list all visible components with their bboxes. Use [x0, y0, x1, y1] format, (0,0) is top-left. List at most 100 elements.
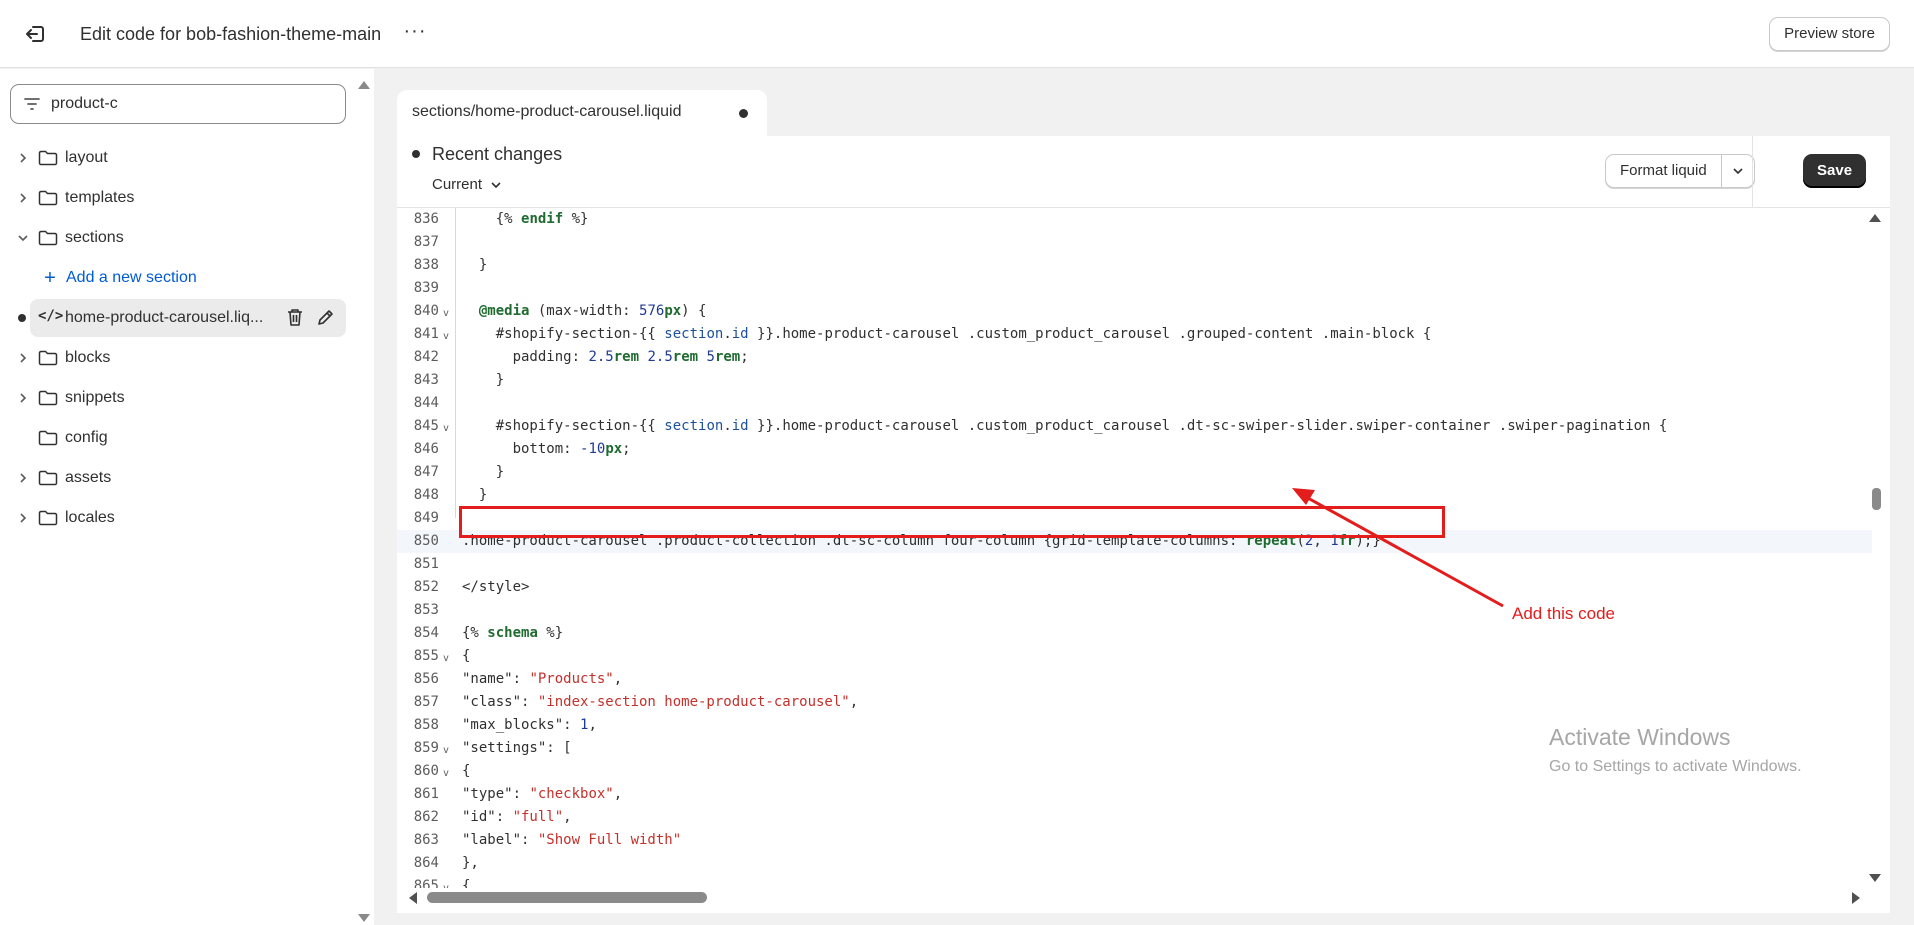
folder-icon [38, 149, 58, 167]
code-line[interactable]: 863 "label": "Show Full width" [397, 829, 1872, 852]
preview-store-button[interactable]: Preview store [1769, 17, 1890, 51]
code-line[interactable]: 839 [397, 277, 1872, 300]
add-new-section-link[interactable]: + Add a new section [40, 261, 197, 295]
code-line[interactable]: 840 v @media (max-width: 576px) { [397, 300, 1872, 323]
editor-vertical-scrollbar[interactable] [1872, 488, 1881, 510]
fold-toggle-icon[interactable]: v [443, 302, 449, 325]
editor-scroll-up[interactable] [1869, 214, 1881, 222]
format-button-group: Format liquid [1605, 154, 1755, 188]
chevron-right-icon [16, 471, 30, 485]
add-section-label: Add a new section [66, 269, 197, 286]
code-line[interactable]: 857 "class": "index-section home-product-… [397, 691, 1872, 714]
save-button[interactable]: Save [1803, 154, 1867, 188]
code-line[interactable]: 842 padding: 2.5rem 2.5rem 5rem; [397, 346, 1872, 369]
fold-toggle-icon[interactable]: v [443, 762, 449, 785]
code-line[interactable]: 837 [397, 231, 1872, 254]
line-number: 857 [413, 694, 439, 710]
line-number: 854 [413, 625, 439, 641]
code-line[interactable]: 853 [397, 599, 1872, 622]
code-text: {% endif %} [462, 211, 589, 227]
tab-label: sections/home-product-carousel.liquid [412, 103, 681, 121]
sidebar-item-locales[interactable]: locales [0, 501, 346, 535]
code-line[interactable]: 843 } [397, 369, 1872, 392]
code-text: "id": "full", [462, 809, 572, 825]
sidebar-item-layout[interactable]: layout [0, 141, 346, 175]
code-line[interactable]: 854 {% schema %} [397, 622, 1872, 645]
code-line[interactable]: 847 } [397, 461, 1872, 484]
code-line[interactable]: 846 bottom: -10px; [397, 438, 1872, 461]
code-area[interactable]: 836 {% endif %} 837 838 } 839 840 v @media (m… [397, 208, 1890, 888]
line-number: 838 [413, 257, 439, 273]
file-filter-input[interactable]: product-c [10, 84, 346, 124]
folder-icon [38, 229, 58, 247]
code-line[interactable]: 848 } [397, 484, 1872, 507]
code-line[interactable]: 844 [397, 392, 1872, 415]
code-text: bottom: -10px; [462, 441, 631, 457]
code-line[interactable]: 841 v #shopify-section-{{ section.id }}.h… [397, 323, 1872, 346]
unsaved-dot [739, 109, 748, 118]
line-number: 845 [413, 418, 439, 434]
more-actions-button[interactable]: ··· [400, 21, 430, 46]
code-line[interactable]: 836 {% endif %} [397, 208, 1872, 231]
sidebar-item-sections[interactable]: sections [0, 221, 346, 255]
annotation-highlight-box [459, 506, 1445, 538]
unsaved-dot [18, 314, 26, 322]
sidebar-item-templates[interactable]: templates [0, 181, 346, 215]
format-liquid-button[interactable]: Format liquid [1606, 155, 1722, 187]
fold-toggle-icon[interactable]: v [443, 417, 449, 440]
line-number: 842 [413, 349, 439, 365]
code-editor: Recent changes Current Format liquid Sav… [397, 136, 1890, 913]
sidebar-item-snippets[interactable]: snippets [0, 381, 346, 415]
code-line[interactable]: 862 "id": "full", [397, 806, 1872, 829]
code-line[interactable]: 865 v { [397, 875, 1872, 888]
delete-file-button[interactable] [286, 307, 304, 332]
code-text: } [462, 372, 505, 388]
line-number: 848 [413, 487, 439, 503]
sidebar-item-blocks[interactable]: blocks [0, 341, 346, 375]
code-text: </style> [462, 579, 530, 595]
fold-toggle-icon[interactable]: v [443, 325, 449, 348]
fold-toggle-icon[interactable]: v [443, 877, 449, 888]
code-text: { [462, 763, 471, 779]
tab-home-product-carousel[interactable]: sections/home-product-carousel.liquid [397, 90, 767, 136]
editor-scroll-down[interactable] [1869, 874, 1881, 882]
code-text: @media (max-width: 576px) { [478, 303, 707, 319]
version-dropdown[interactable]: Current [432, 176, 502, 193]
code-line[interactable]: 852 </style> [397, 576, 1872, 599]
folder-icon [38, 429, 58, 447]
line-number: 858 [413, 717, 439, 733]
code-line[interactable]: 861 "type": "checkbox", [397, 783, 1872, 806]
sidebar-item-assets[interactable]: assets [0, 461, 346, 495]
line-number: 851 [413, 556, 439, 572]
exit-button[interactable] [20, 20, 50, 48]
filter-icon [24, 98, 40, 110]
code-line[interactable]: 864}, [397, 852, 1872, 875]
line-number: 864 [413, 855, 439, 871]
code-line[interactable]: 856 "name": "Products", [397, 668, 1872, 691]
code-text: "type": "checkbox", [462, 786, 623, 802]
code-text: "settings": [ [462, 740, 572, 756]
annotation-text: Add this code [1512, 604, 1616, 623]
fold-toggle-icon[interactable]: v [443, 647, 449, 670]
changes-dot [412, 150, 420, 158]
sidebar-scroll-down[interactable] [358, 914, 370, 922]
format-options-button[interactable] [1722, 155, 1754, 187]
recent-changes-title: Recent changes [432, 144, 563, 164]
code-line[interactable]: 855 v { [397, 645, 1872, 668]
rename-file-button[interactable] [316, 307, 334, 332]
folder-icon [38, 469, 58, 487]
sidebar-scroll-up[interactable] [358, 81, 370, 89]
page-title: Edit code for bob-fashion-theme-main [80, 24, 382, 44]
editor-horizontal-scrollbar[interactable] [427, 892, 707, 903]
code-line[interactable]: 851 [397, 553, 1872, 576]
line-number: 852 [413, 579, 439, 595]
top-bar: Edit code for bob-fashion-theme-main ···… [0, 0, 1914, 68]
sidebar-item-config[interactable]: config [0, 421, 346, 455]
editor-scroll-right[interactable] [1852, 892, 1860, 904]
code-line[interactable]: 845 v #shopify-section-{{ section.id }}.h… [397, 415, 1872, 438]
fold-toggle-icon[interactable]: v [443, 739, 449, 762]
sidebar-item-label: blocks [65, 349, 111, 366]
editor-scroll-left[interactable] [409, 892, 417, 904]
code-line[interactable]: 838 } [397, 254, 1872, 277]
line-number: 861 [413, 786, 439, 802]
